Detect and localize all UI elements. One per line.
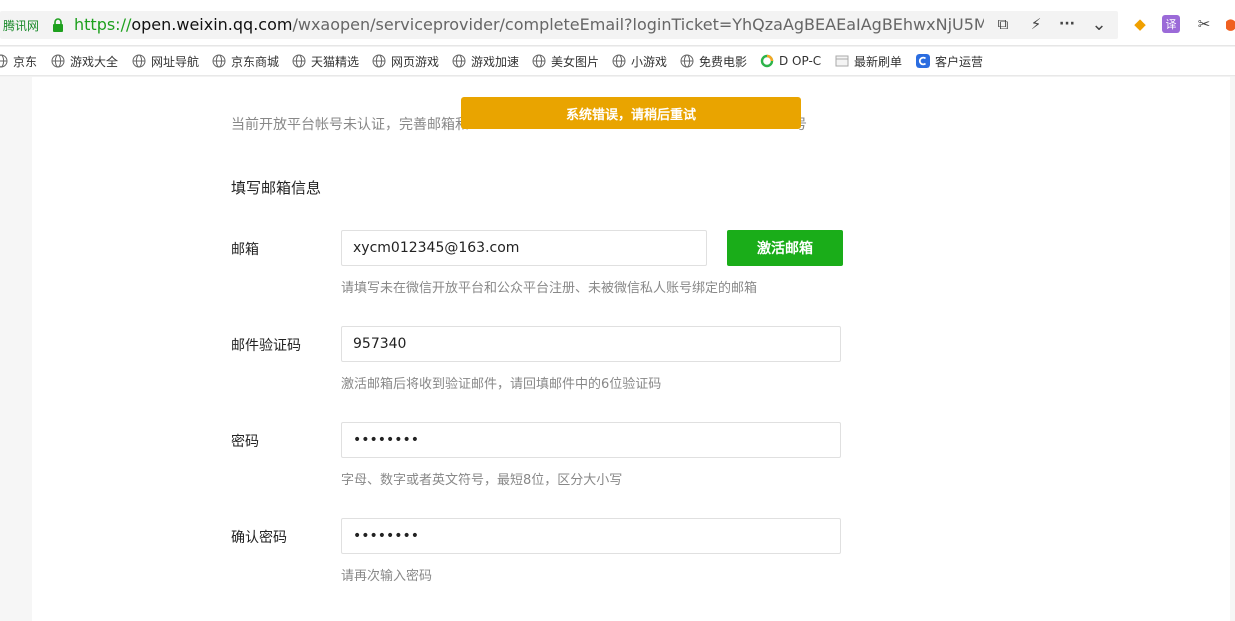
translate-icon[interactable]: ⧉	[993, 14, 1013, 34]
globe-icon	[212, 54, 226, 68]
code-hint: 激活邮箱后将收到验证邮件，请回填邮件中的6位验证码	[341, 377, 662, 392]
bookmark-label: 游戏加速	[471, 54, 520, 69]
activate-email-button[interactable]: 激活邮箱	[727, 230, 843, 266]
globe-icon	[51, 54, 65, 68]
page-icon	[835, 55, 849, 67]
scissors-icon[interactable]: ✂	[1194, 14, 1214, 34]
globe-icon	[292, 54, 306, 68]
bookmark-label: 网址导航	[151, 54, 200, 69]
bookmark-label: 天猫精选	[311, 54, 360, 69]
bookmark-item[interactable]: 最新刷单	[835, 52, 902, 70]
password-hint: 字母、数字或者英文符号，最短8位，区分大小写	[341, 473, 623, 488]
bookmark-item[interactable]: 游戏大全	[51, 52, 118, 70]
extension-icon[interactable]: ●	[1226, 14, 1235, 34]
lightning-icon[interactable]: ⚡	[1026, 14, 1046, 34]
email-hint: 请填写未在微信开放平台和公众平台注册、未被微信私人账号绑定的邮箱	[341, 281, 758, 296]
confirm-password-label: 确认密码	[231, 530, 287, 546]
intro-text: 当前开放平台帐号未认证，完善邮箱和	[231, 117, 469, 133]
globe-icon	[452, 54, 466, 68]
globe-icon	[680, 54, 694, 68]
bookmark-label: 免费电影	[699, 54, 748, 69]
email-input[interactable]	[341, 230, 707, 266]
bookmark-item[interactable]: 美女图片	[532, 52, 599, 70]
bookmark-item[interactable]: 京东	[0, 52, 37, 70]
bookmarks-bar: 京东 游戏大全 网址导航 京东商城 天猫精选 网页游戏 游戏加速 美女图片 小游…	[0, 47, 1235, 76]
password-input[interactable]	[341, 422, 841, 458]
globe-icon	[612, 54, 626, 68]
email-label: 邮箱	[231, 242, 259, 258]
bookmark-item[interactable]: 京东商城	[212, 52, 279, 70]
ring-icon	[760, 54, 774, 68]
chevron-down-icon[interactable]: ⌄	[1089, 14, 1109, 35]
bookmark-label: D OP-C	[779, 54, 822, 68]
bookmark-label: 游戏大全	[70, 54, 119, 69]
site-name: 腾讯网	[3, 19, 40, 33]
bookmark-item[interactable]: D OP-C	[760, 52, 821, 70]
bookmark-label: 京东	[13, 54, 38, 69]
translate-badge-icon[interactable]: 译	[1162, 15, 1180, 33]
bookmark-label: 网页游戏	[391, 54, 440, 69]
url-path: /wxaopen/serviceprovider/completeEmail?l…	[292, 15, 984, 34]
confirm-password-hint: 请再次输入密码	[341, 569, 433, 584]
globe-icon	[532, 54, 546, 68]
bookmark-item[interactable]: 天猫精选	[292, 52, 359, 70]
confirm-password-input[interactable]	[341, 518, 841, 554]
lock-icon	[53, 18, 63, 32]
bookmark-label: 最新刷单	[854, 54, 903, 69]
globe-icon	[372, 54, 386, 68]
verification-code-input[interactable]	[341, 326, 841, 362]
more-icon[interactable]: ···	[1057, 14, 1077, 34]
bookmark-label: 小游戏	[631, 54, 668, 69]
url-protocol: https://	[74, 15, 132, 34]
bookmark-label: 美女图片	[551, 54, 600, 69]
error-toast: 系统错误，请稍后重试	[461, 97, 801, 129]
c-logo-icon	[916, 54, 930, 68]
bookmark-label: 京东商城	[231, 54, 280, 69]
section-title: 填写邮箱信息	[231, 179, 322, 197]
url-host: open.weixin.qq.com	[131, 15, 293, 34]
address-bar: 腾讯网 https://open.weixin.qq.com/wxaopen/s…	[0, 0, 1235, 46]
bookmark-label: 客户运营	[935, 54, 984, 69]
globe-icon	[132, 54, 146, 68]
bookmark-item[interactable]: 游戏加速	[452, 52, 519, 70]
bookmark-item[interactable]: 客户运营	[916, 52, 983, 70]
shield-icon[interactable]: ◆	[1130, 14, 1150, 34]
globe-icon	[0, 54, 8, 68]
password-label: 密码	[231, 434, 259, 450]
bookmark-item[interactable]: 网址导航	[132, 52, 199, 70]
bookmark-item[interactable]: 网页游戏	[372, 52, 439, 70]
bookmark-item[interactable]: 小游戏	[612, 52, 667, 70]
code-label: 邮件验证码	[231, 338, 301, 354]
url-field[interactable]: https://open.weixin.qq.com/wxaopen/servi…	[74, 14, 984, 36]
bookmark-item[interactable]: 免费电影	[680, 52, 747, 70]
